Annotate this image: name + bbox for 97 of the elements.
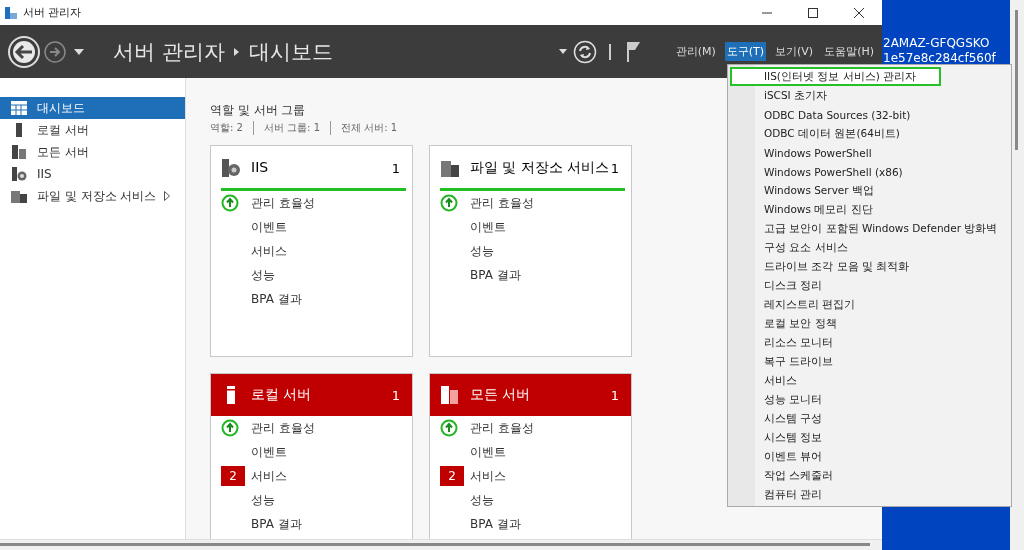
menu-entry[interactable]: ODBC Data Sources (32-bit) xyxy=(730,105,1009,124)
servers-icon xyxy=(11,145,27,159)
history-dropdown-icon[interactable] xyxy=(74,48,84,55)
sidebar-item[interactable]: 로컬 서버 xyxy=(0,119,185,141)
tile-row-label[interactable]: 서비스 xyxy=(251,467,287,485)
tile-row-label[interactable]: 관리 효율성 xyxy=(251,419,315,437)
tile-row-label[interactable]: 서비스 xyxy=(251,242,287,260)
tile-row-label[interactable]: 성능 xyxy=(470,242,494,260)
horizontal-scrollbar[interactable] xyxy=(0,543,870,546)
section-title: 역할 및 서버 그룹 xyxy=(210,102,306,119)
tile-row-label[interactable]: 관리 효율성 xyxy=(251,194,315,212)
refresh-icon[interactable] xyxy=(572,39,597,64)
menu-entry[interactable]: 로컬 보안 정책 xyxy=(730,314,1009,333)
tile-row-label[interactable]: BPA 결과 xyxy=(251,515,302,533)
window-title: 서버 관리자 xyxy=(23,5,82,20)
alert-count-badge[interactable]: 2 xyxy=(440,466,464,486)
tile-row-label[interactable]: 성능 xyxy=(251,491,275,509)
menu-entry[interactable]: ODBC 데이터 원본(64비트) xyxy=(730,124,1009,143)
dashboard-icon xyxy=(11,101,27,115)
tile-row-label[interactable]: BPA 결과 xyxy=(251,290,302,308)
iis-icon xyxy=(221,158,241,178)
menu-entry[interactable]: Windows PowerShell xyxy=(730,143,1009,162)
tile-title: 모든 서버 xyxy=(470,387,532,403)
stat-text: 전체 서버: 1 xyxy=(330,121,408,135)
group-tile[interactable]: 로컬 서버 1 관리 효율성 이벤트 2 서비스 성능 BPA 결과 xyxy=(210,373,413,539)
alert-count-badge[interactable]: 2 xyxy=(221,466,245,486)
menu-entry[interactable]: 시스템 정보 xyxy=(730,428,1009,447)
sidebar-label: IIS xyxy=(37,167,52,181)
menu-entry[interactable]: 레지스트리 편집기 xyxy=(730,295,1009,314)
tile-row-label[interactable]: BPA 결과 xyxy=(470,515,521,533)
back-button[interactable] xyxy=(7,34,41,69)
sidebar-item[interactable]: 파일 및 저장소 서비스 xyxy=(0,185,185,207)
menu-entry[interactable]: 디스크 정리 xyxy=(730,276,1009,295)
menu-entry[interactable]: iSCSI 초기자 xyxy=(730,86,1009,105)
tile-count: 1 xyxy=(391,160,400,176)
storage-icon xyxy=(440,158,460,178)
storage-icon xyxy=(11,189,27,203)
tile-row-label[interactable]: 관리 효율성 xyxy=(470,194,534,212)
tile-title: 로컬 서버 xyxy=(251,387,313,403)
tile-title: 파일 및 저장소 서비스 xyxy=(470,160,611,176)
menu-entry[interactable]: 성능 모니터 xyxy=(730,390,1009,409)
menu-entry[interactable]: IIS(인터넷 정보 서비스) 관리자 xyxy=(730,67,941,86)
group-tile[interactable]: IIS 1 관리 효율성 이벤트 서비스 성능 BPA 결과 xyxy=(210,145,413,357)
tile-row-label[interactable]: 성능 xyxy=(251,266,275,284)
sidebar-item[interactable]: 모든 서버 xyxy=(0,141,185,163)
tile-title: IIS xyxy=(251,160,270,176)
tile-row-label[interactable]: 이벤트 xyxy=(470,218,506,236)
stat-text: 역할: 2 xyxy=(210,121,244,135)
menu-entry[interactable]: Windows Server 백업 xyxy=(730,181,1009,200)
tile-count: 1 xyxy=(610,387,619,403)
menu-entry[interactable]: 복구 드라이브 xyxy=(730,352,1009,371)
menu-entry[interactable]: 컴퓨터 관리 xyxy=(730,485,1009,504)
tile-count: 1 xyxy=(610,160,619,176)
tile-row-label[interactable]: 관리 효율성 xyxy=(470,419,534,437)
sidebar-label: 파일 및 저장소 서비스 xyxy=(37,187,157,205)
menu-entry[interactable]: 고급 보안이 포함된 Windows Defender 방화벽 xyxy=(730,219,1009,238)
menu-entry[interactable]: 작업 스케줄러 xyxy=(730,466,1009,485)
notification-flag-icon[interactable] xyxy=(626,40,641,63)
sidebar-label: 모든 서버 xyxy=(37,143,89,161)
menu-item[interactable]: 관리(M) xyxy=(673,42,718,61)
tile-count: 1 xyxy=(391,387,400,403)
stat-text: 서버 그룹: 1 xyxy=(252,121,330,135)
tile-row-label[interactable]: 서비스 xyxy=(470,467,506,485)
sidebar-label: 로컬 서버 xyxy=(37,121,89,139)
group-tile[interactable]: 파일 및 저장소 서비스 1 관리 효율성 이벤트 성능 BPA 결과 xyxy=(429,145,632,357)
desktop-info-text: 1e57e8c284cf560f xyxy=(883,51,997,66)
sidebar-item[interactable]: 대시보드 xyxy=(0,97,185,119)
menu-entry[interactable]: 드라이브 조각 모음 및 최적화 xyxy=(730,257,1009,276)
menu-entry[interactable]: 시스템 구성 xyxy=(730,409,1009,428)
tile-row-label[interactable]: BPA 결과 xyxy=(470,266,521,284)
app-icon xyxy=(4,5,18,20)
expand-arrow-icon[interactable] xyxy=(164,191,171,201)
servers-icon xyxy=(440,385,460,405)
breadcrumb-separator-icon xyxy=(233,47,239,56)
tile-row-label[interactable]: 이벤트 xyxy=(470,443,506,461)
menu-entry[interactable]: 이벤트 뷰어 xyxy=(730,447,1009,466)
tile-row-label[interactable]: 이벤트 xyxy=(251,443,287,461)
tile-row-label[interactable]: 이벤트 xyxy=(251,218,287,236)
dropdown-caret-icon[interactable] xyxy=(558,49,567,54)
menu-entry[interactable]: 구성 요소 서비스 xyxy=(730,238,1009,257)
menu-entry[interactable]: Windows 메모리 진단 xyxy=(730,200,1009,219)
breadcrumb-current: 대시보드 xyxy=(248,38,333,66)
menu-item[interactable]: 도구(T) xyxy=(724,42,767,61)
iis-icon xyxy=(11,167,27,181)
group-tile[interactable]: 모든 서버 1 관리 효율성 이벤트 2 서비스 성능 BPA 결과 xyxy=(429,373,632,539)
menu-entry[interactable]: Windows PowerShell (x86) xyxy=(730,162,1009,181)
breadcrumb-root[interactable]: 서버 관리자 xyxy=(113,37,225,66)
sidebar-item[interactable]: IIS xyxy=(0,163,185,185)
sidebar-label: 대시보드 xyxy=(37,99,85,117)
desktop-info-text: 2AMAZ-GFQGSKO xyxy=(883,36,991,51)
vertical-scrollbar[interactable] xyxy=(1015,10,1018,150)
menu-entry[interactable]: 리소스 모니터 xyxy=(730,333,1009,352)
tile-row-label[interactable]: 성능 xyxy=(470,491,494,509)
menu-item[interactable]: 도움말(H) xyxy=(822,42,876,61)
forward-button[interactable] xyxy=(43,39,67,64)
menu-entry[interactable]: 서비스 xyxy=(730,371,1009,390)
menu-item[interactable]: 보기(V) xyxy=(773,42,816,61)
